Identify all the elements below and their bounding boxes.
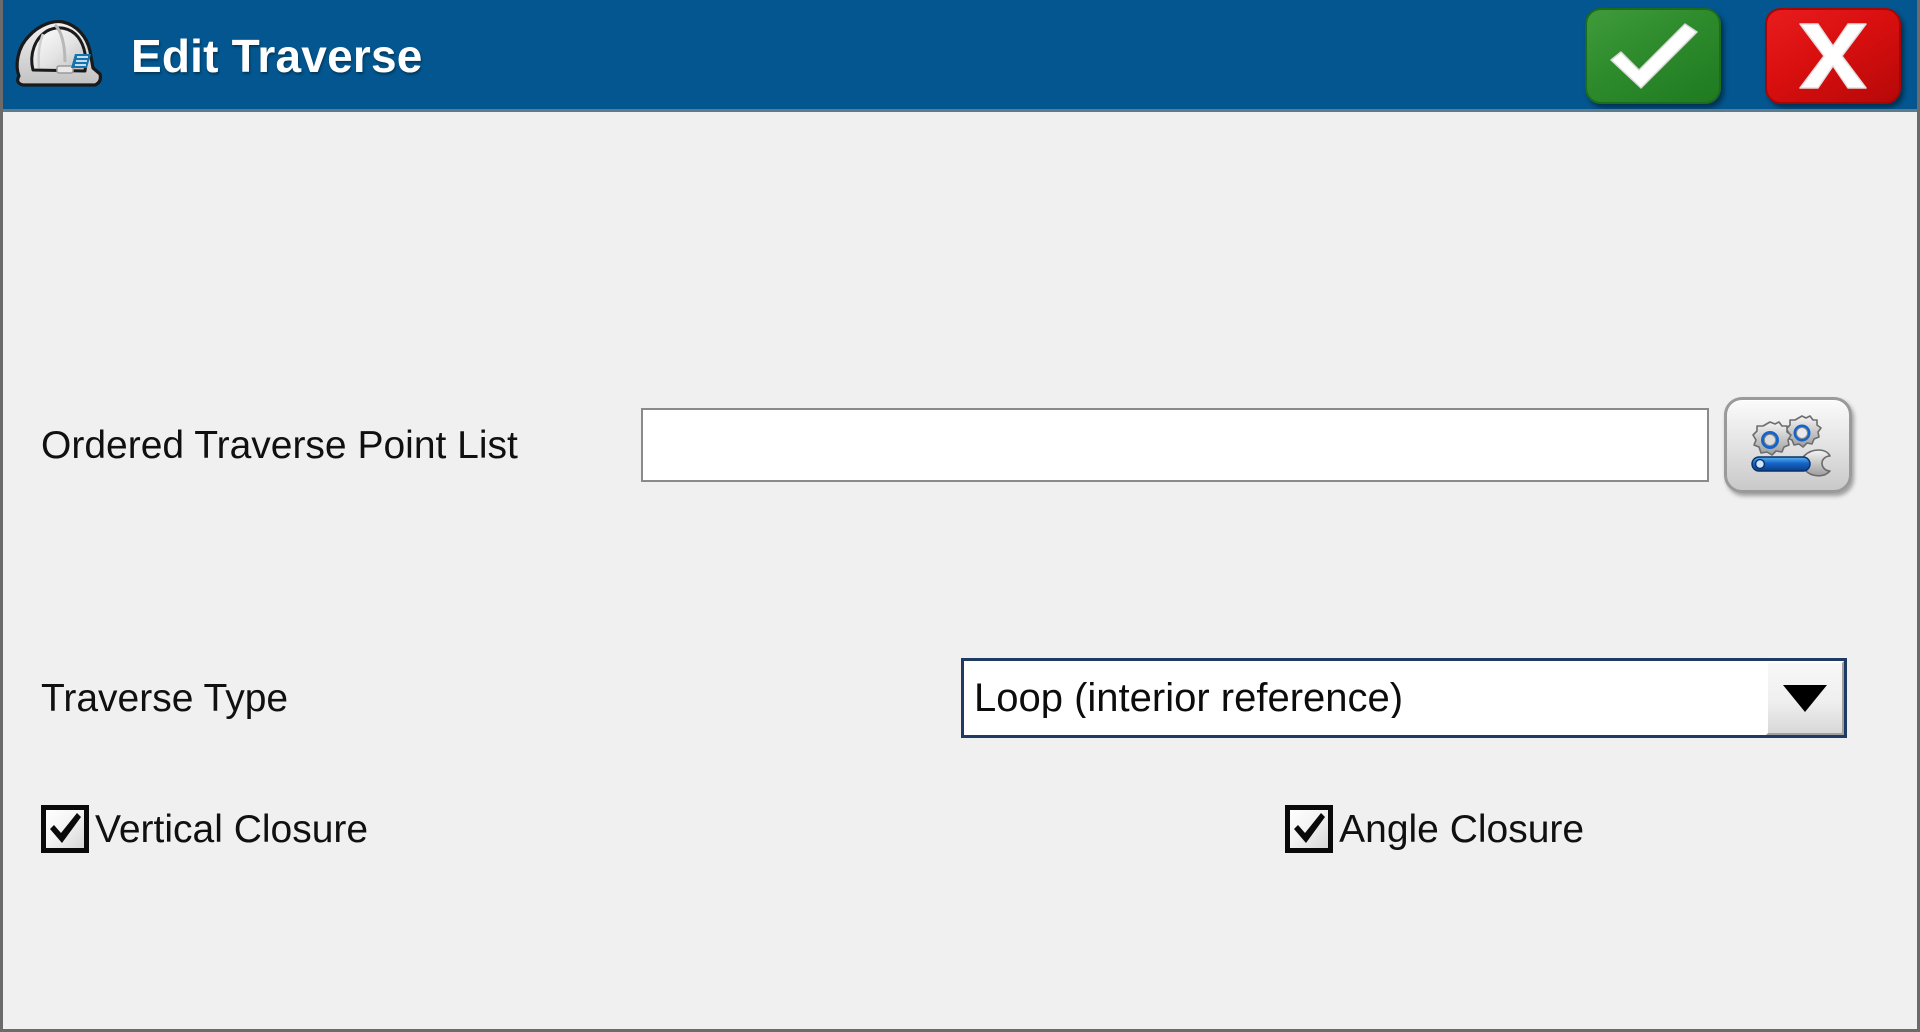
title-bar-actions — [1585, 8, 1901, 104]
chevron-down-icon — [1783, 684, 1827, 712]
dialog-body: Ordered Traverse Point List Traverse Typ… — [3, 112, 1917, 1029]
vertical-closure-checkbox[interactable] — [41, 805, 89, 853]
ordered-point-list-row: Ordered Traverse Point List — [41, 397, 1885, 493]
gears-wrench-icon — [1751, 415, 1831, 477]
checkmark-icon — [1294, 813, 1326, 843]
traverse-type-row: Traverse Type Loop (interior reference) — [41, 657, 1885, 739]
angle-closure-checkbox-group[interactable]: Angle Closure — [1285, 805, 1584, 853]
window-title: Edit Traverse — [131, 30, 423, 82]
ordered-point-list-label: Ordered Traverse Point List — [41, 423, 518, 467]
angle-closure-checkbox[interactable] — [1285, 805, 1334, 853]
traverse-type-select[interactable]: Loop (interior reference) — [961, 658, 1847, 738]
traverse-type-dropdown-button[interactable] — [1766, 661, 1844, 735]
closure-options-row: Vertical Closure Angle Closure — [41, 794, 1885, 864]
ok-button[interactable] — [1585, 8, 1721, 104]
checkmark-icon — [50, 813, 81, 843]
x-icon — [1799, 23, 1867, 89]
vertical-closure-label: Vertical Closure — [95, 807, 369, 851]
angle-closure-label: Angle Closure — [1339, 807, 1585, 851]
vertical-closure-checkbox-group[interactable]: Vertical Closure — [41, 805, 368, 853]
hard-hat-icon — [15, 19, 103, 87]
point-list-settings-button[interactable] — [1724, 397, 1852, 493]
title-bar: Edit Traverse — [3, 0, 1917, 112]
ordered-point-list-input[interactable] — [641, 408, 1709, 482]
edit-traverse-window: Edit Traverse Ordered Traverse Point Lis… — [0, 0, 1920, 1032]
traverse-type-selected-value: Loop (interior reference) — [974, 678, 1404, 718]
cancel-button[interactable] — [1765, 8, 1901, 104]
traverse-type-label: Traverse Type — [41, 676, 289, 720]
checkmark-icon — [1610, 23, 1698, 89]
